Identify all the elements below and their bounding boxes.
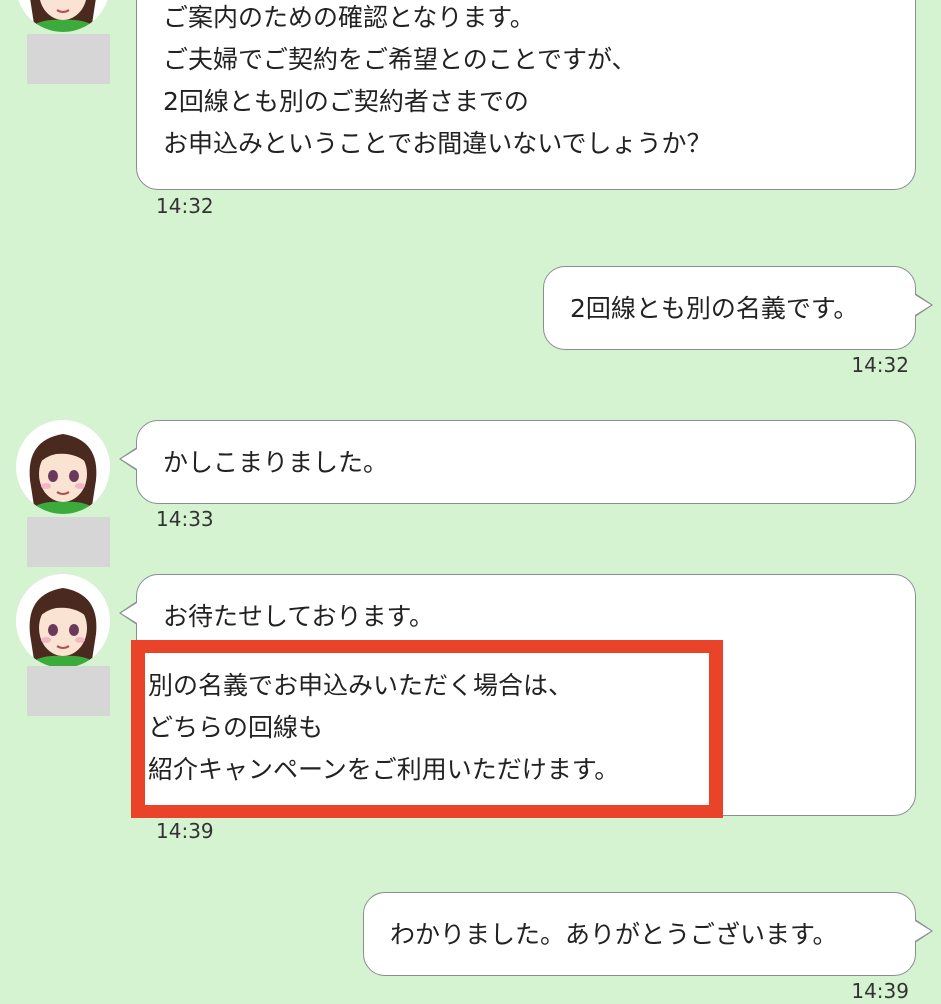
- operator-name-placeholder: [27, 517, 110, 567]
- operator-name-placeholder: [27, 666, 110, 716]
- message-line: ご夫婦でご契約をご希望とのことですが、: [163, 45, 637, 74]
- operator-avatar-icon: [16, 574, 110, 668]
- highlight-box: 別の名義でお申込みいただく場合は、 どちらの回線も 紹介キャンペーンをご利用いた…: [131, 640, 723, 818]
- highlighted-message-line: 別の名義でお申込みいただく場合は、: [148, 671, 574, 700]
- message-bubble-operator-1: ご案内のための確認となります。 ご夫婦でご契約をご希望とのことですが、 2回線と…: [136, 0, 916, 190]
- message-line: お待たせしております。: [163, 602, 435, 631]
- operator-name-placeholder: [27, 34, 110, 84]
- bubble-tail: [119, 447, 137, 471]
- message-bubble-operator-2: かしこまりました。: [119, 420, 916, 504]
- highlighted-message-line: 紹介キャンペーンをご利用いただけます。: [148, 755, 620, 784]
- message-bubble-user-1: 2回線とも別の名義です。: [543, 266, 933, 350]
- message-line: かしこまりました。: [163, 448, 389, 477]
- message-line: 2回線とも別の名義です。: [570, 294, 859, 323]
- message-line: 2回線とも別のご契約者さまでの: [163, 87, 529, 116]
- message-line: お申込みということでお間違いないでしょうか？: [163, 129, 712, 158]
- message-line: ご案内のための確認となります。: [163, 3, 535, 32]
- message-timestamp: 14:33: [156, 507, 214, 531]
- operator-avatar-icon: [16, 420, 110, 514]
- highlighted-message-line: どちらの回線も: [148, 713, 324, 742]
- message-line: わかりました。ありがとうございます。: [390, 920, 838, 949]
- message-timestamp: 14:39: [156, 819, 214, 843]
- operator-avatar-icon: [16, 0, 110, 32]
- bubble-tail: [915, 293, 933, 317]
- bubble-tail: [915, 919, 933, 943]
- message-timestamp: 14:39: [851, 979, 909, 1003]
- message-timestamp: 14:32: [851, 353, 909, 377]
- bubble-tail: [119, 601, 137, 625]
- message-timestamp: 14:32: [156, 194, 214, 218]
- message-bubble-user-2: わかりました。ありがとうございます。: [363, 892, 933, 976]
